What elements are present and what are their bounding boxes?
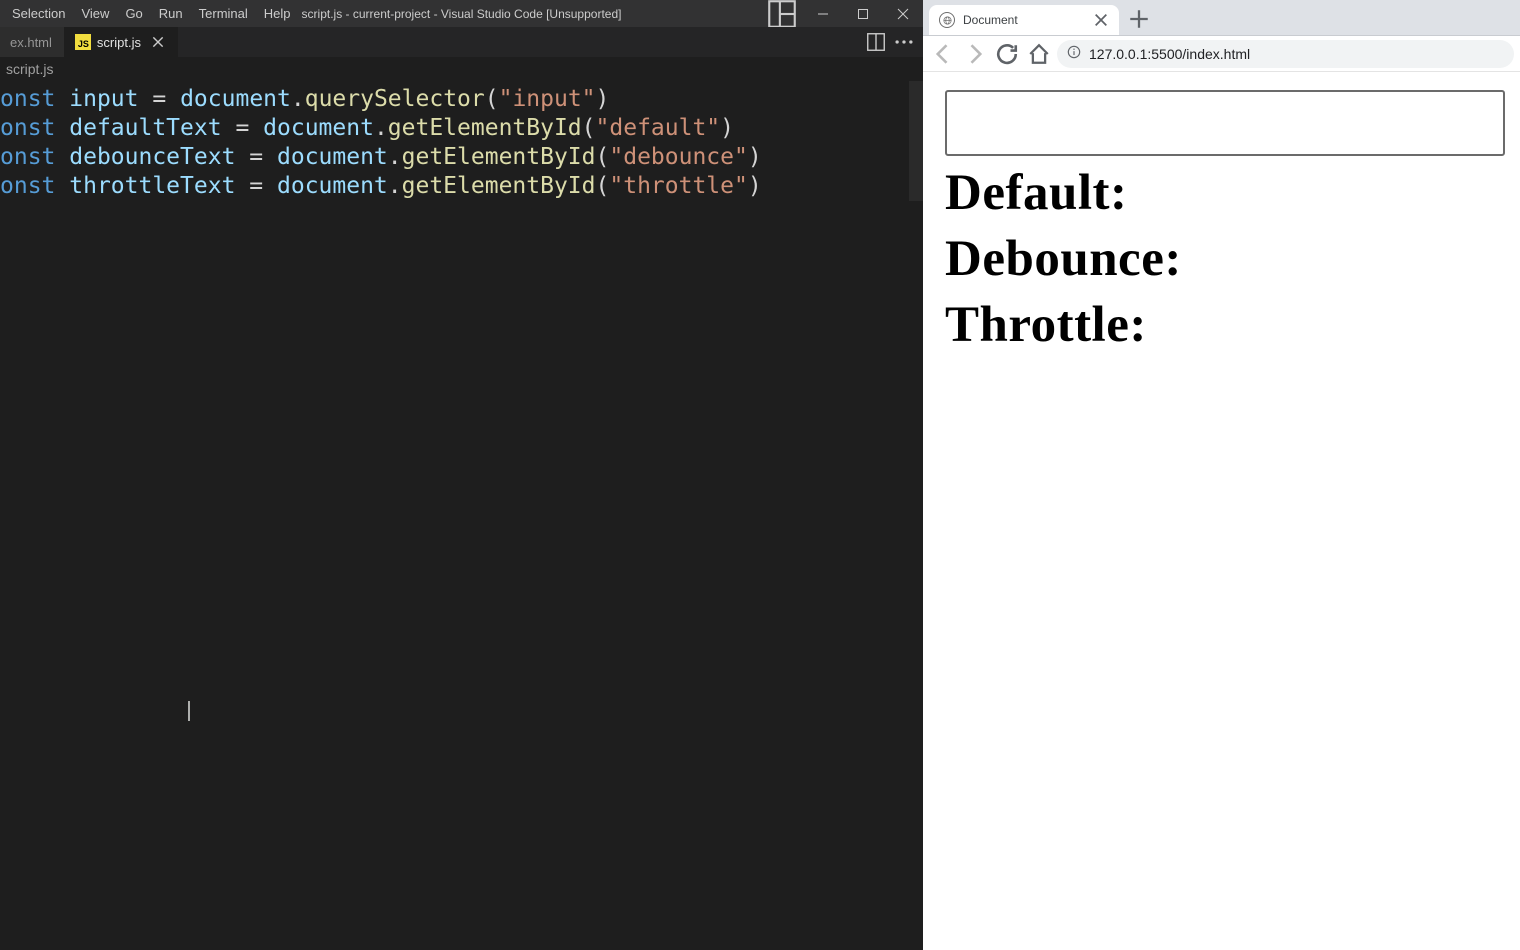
vscode-menubar: Selection View Go Run Terminal Help [0,2,299,25]
page-text-input[interactable] [945,90,1505,156]
tab-label: ex.html [10,35,52,50]
browser-toolbar: 127.0.0.1:5500/index.html [923,36,1520,72]
default-heading: Default: [945,164,1520,222]
tab-actions [865,27,923,57]
browser-window: Document 127.0.0.1:5500/index.html [923,0,1520,950]
window-minimize-icon[interactable] [803,0,843,27]
menu-help[interactable]: Help [256,2,299,25]
globe-icon [939,12,955,28]
menu-terminal[interactable]: Terminal [191,2,256,25]
tab-close-icon[interactable] [151,35,165,49]
back-button[interactable] [929,40,957,68]
site-info-icon[interactable] [1067,45,1081,62]
tab-index-html[interactable]: ex.html [0,27,65,57]
debounce-heading: Debounce: [945,230,1520,288]
vscode-window-title: script.js - current-project - Visual Stu… [302,7,622,21]
tab-label: script.js [97,35,141,50]
tab-script-js[interactable]: JS script.js [65,27,178,57]
browser-tab-close-icon[interactable] [1093,12,1109,28]
reload-button[interactable] [993,40,1021,68]
code-line[interactable]: onst input = document.querySelector("inp… [0,85,923,114]
throttle-heading: Throttle: [945,296,1520,354]
vscode-window: Selection View Go Run Terminal Help scri… [0,0,923,950]
address-bar-url: 127.0.0.1:5500/index.html [1089,46,1250,62]
browser-tabbar: Document [923,0,1520,36]
window-maximize-icon[interactable] [843,0,883,27]
text-caret [188,701,190,721]
address-bar[interactable]: 127.0.0.1:5500/index.html [1057,40,1514,68]
page-content: Default: Debounce: Throttle: [923,72,1520,950]
vscode-tabbar: ex.html JS script.js [0,27,923,57]
code-editor[interactable]: onst input = document.querySelector("inp… [0,81,923,950]
more-actions-icon[interactable] [893,31,915,53]
js-file-icon: JS [75,34,91,50]
browser-tab-title: Document [963,13,1018,27]
layout-customize-icon[interactable] [765,0,799,27]
menu-selection[interactable]: Selection [4,2,73,25]
menu-go[interactable]: Go [117,2,150,25]
browser-tab[interactable]: Document [929,5,1119,35]
window-close-icon[interactable] [883,0,923,27]
new-tab-button[interactable] [1125,5,1153,33]
code-line[interactable]: onst throttleText = document.getElementB… [0,172,923,201]
minimap[interactable] [909,81,923,201]
forward-button[interactable] [961,40,989,68]
home-button[interactable] [1025,40,1053,68]
vscode-titlebar: Selection View Go Run Terminal Help scri… [0,0,923,27]
menu-view[interactable]: View [73,2,117,25]
split-editor-icon[interactable] [865,31,887,53]
menu-run[interactable]: Run [151,2,191,25]
window-controls [765,0,923,27]
code-line[interactable]: onst debounceText = document.getElementB… [0,143,923,172]
breadcrumb-item: script.js [6,61,53,77]
breadcrumb[interactable]: script.js [0,57,923,81]
code-line[interactable]: onst defaultText = document.getElementBy… [0,114,923,143]
